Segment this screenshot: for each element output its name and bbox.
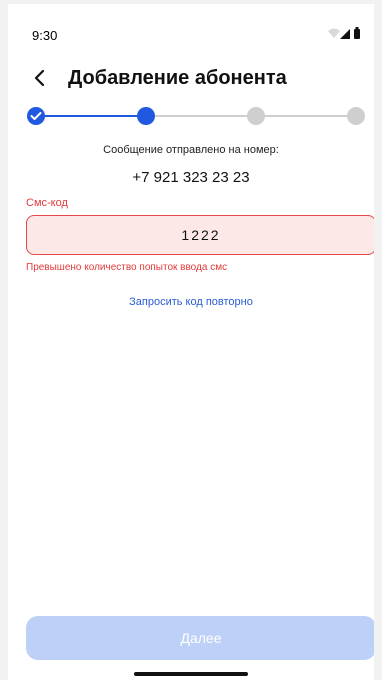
step-3-inactive <box>247 107 265 125</box>
step-2-active <box>137 107 155 125</box>
home-indicator <box>134 672 248 676</box>
progress-stepper <box>27 107 365 125</box>
sms-code-input[interactable] <box>26 215 374 255</box>
signal-icon <box>340 29 350 39</box>
screen: 9:30 Добавление абонента Сообщение отпра… <box>0 0 382 680</box>
sms-code-label: Смс-код <box>26 197 68 209</box>
step-1-completed <box>27 107 45 125</box>
step-4-inactive <box>347 107 365 125</box>
back-button[interactable] <box>26 64 54 92</box>
page-title: Добавление абонента <box>68 66 287 89</box>
chevron-left-icon <box>34 69 45 87</box>
sms-error-message: Превышено количество попыток ввода смс <box>26 262 228 273</box>
phone-number: +7 921 323 23 23 <box>132 169 250 186</box>
sent-message: Сообщение отправлено на номер: <box>103 144 279 156</box>
resend-code-link[interactable]: Запросить код повторно <box>8 296 374 308</box>
battery-icon <box>354 27 360 39</box>
status-bar: 9:30 <box>8 4 374 44</box>
header: Добавление абонента <box>26 60 374 96</box>
next-button[interactable]: Далее <box>26 616 374 660</box>
wifi-icon <box>328 28 340 38</box>
status-icons <box>328 27 360 39</box>
status-time: 9:30 <box>32 28 58 43</box>
